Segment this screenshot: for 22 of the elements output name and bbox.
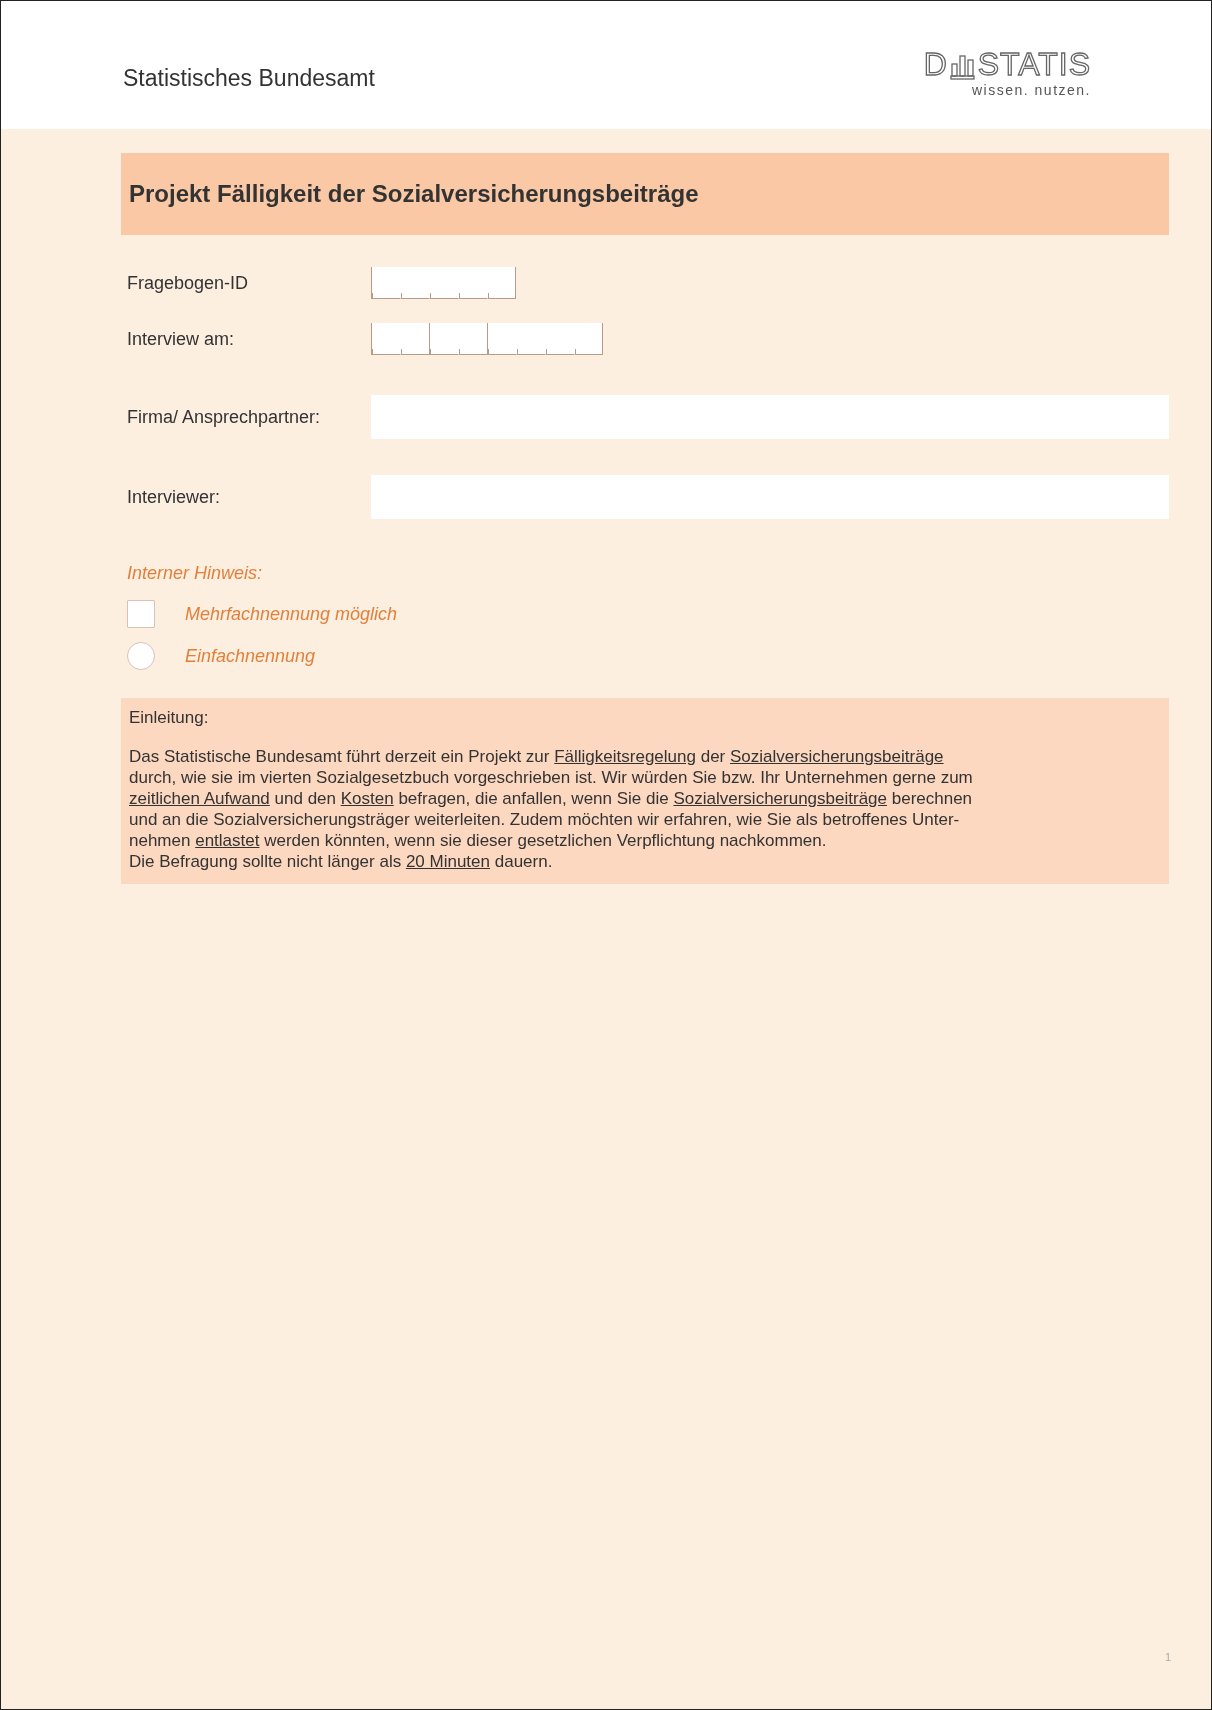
intro-heading: Einleitung: [129,708,210,728]
field-label: Firma/ Ansprechpartner: [126,406,322,428]
logo-tagline: wissen. nutzen. [972,82,1091,98]
organization-name: Statistisches Bundesamt [123,64,375,92]
field-label: Fragebogen-ID [126,272,250,294]
date-field[interactable] [371,323,603,355]
page-number: 1 [1164,1651,1171,1663]
form-title: Projekt Fälligkeit der Sozialversicherungsbeiträge [121,153,1169,235]
legend-label: Einfachnennung [185,645,316,667]
checkbox[interactable] [127,600,155,628]
field-label: Interviewer: [126,486,222,508]
hint-heading: Interner Hinweis: [126,563,264,584]
field-label: Interview am: [126,328,236,350]
id-field[interactable] [371,267,516,299]
legend-label: Mehrfachnennung möglich [185,603,398,625]
logo-letter: D [923,48,948,80]
intro-paragraph: Das Statistische Bundesamt führt derzeit ein Projekt zur Fälligkeitsregelung der Sozialversicherungsbeiträge durch, wie sie im vierten Sozialgesetzbuch vorgeschrieben ist. Wir würden Sie bzw. Ihr Unternehmen gerne zum zeitlichen Aufwand und den Kosten befragen, die anfallen, wenn Sie die Sozialversicherungsbeiträge berechnen und an die Sozialversicherungsträger weiterleiten. Zudem möchten wir erfahren, wie Sie als betroffenes Unter- nehmen entlastet werden könnten, wenn sie dieser gesetzlichen Verpflichtung nachkommen. Die Befragung sollte nicht länger als 20 Minuten dauern. [129,746,974,872]
bar-chart-icon [949,52,976,80]
radio-button[interactable] [127,642,155,670]
input-field[interactable] [371,475,1169,519]
logo-wordmark: STATIS [977,48,1091,80]
input-field[interactable] [371,395,1169,439]
